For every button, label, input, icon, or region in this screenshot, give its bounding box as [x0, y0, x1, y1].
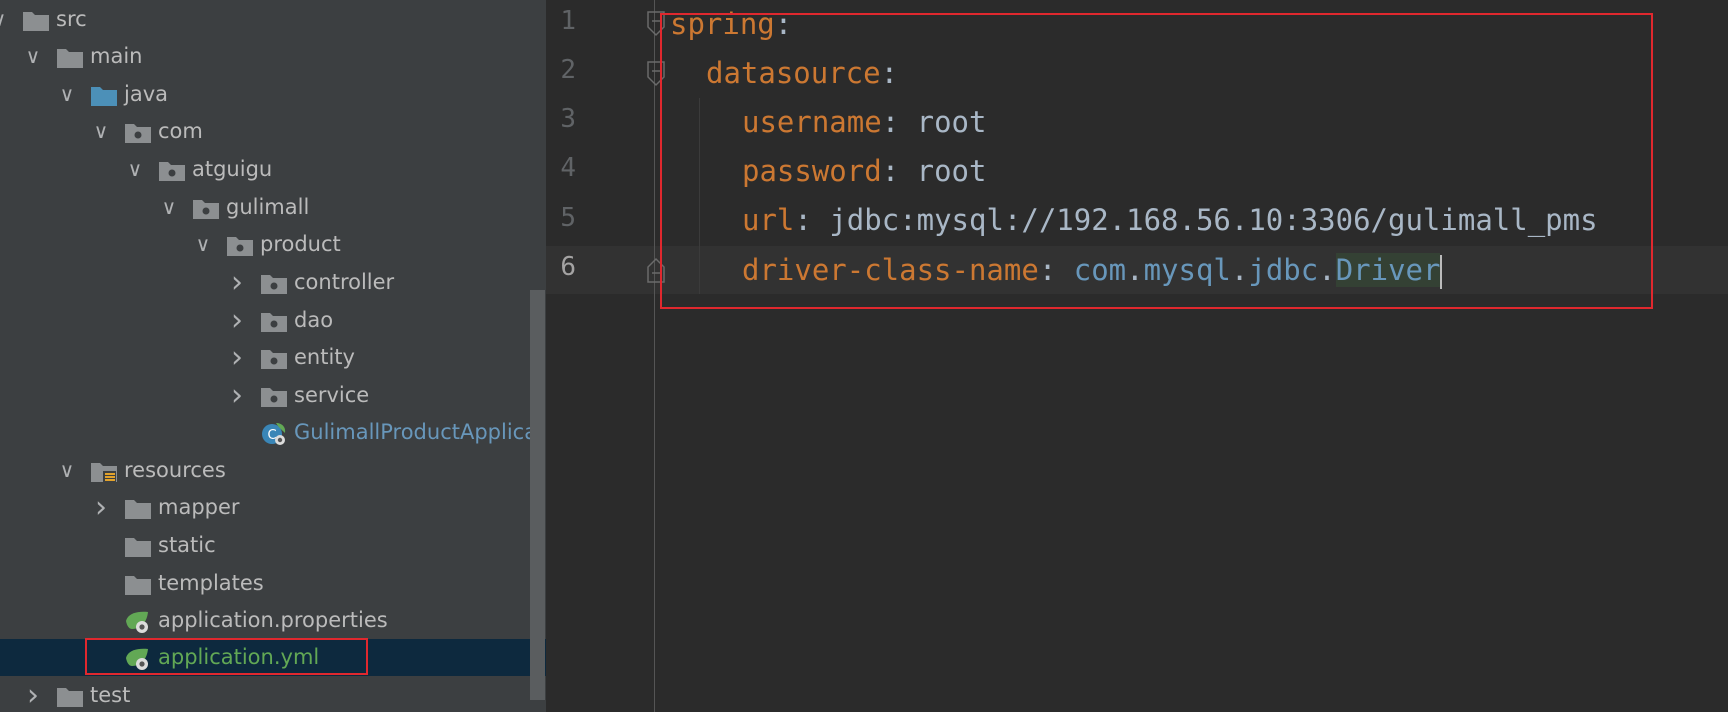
package-icon	[261, 350, 287, 369]
chevron-right-icon[interactable]: ›	[226, 302, 248, 339]
tree-item-gulimall[interactable]: ∨ gulimall	[0, 189, 546, 226]
tree-item-label: application.properties	[158, 608, 388, 632]
tree-item-entity[interactable]: › entity	[0, 339, 546, 376]
tree-item-label: src	[56, 7, 87, 31]
chevron-right-icon[interactable]: ›	[226, 377, 248, 414]
chevron-right-icon[interactable]: ›	[90, 489, 112, 526]
chevron-right-icon[interactable]: ›	[226, 264, 248, 301]
tree-item-templates[interactable]: templates	[0, 565, 546, 602]
chevron-down-icon[interactable]: ∨	[0, 1, 10, 38]
tree-item-label: product	[260, 232, 341, 256]
chevron-down-icon[interactable]: ∨	[158, 189, 180, 226]
chevron-down-icon[interactable]: ∨	[56, 76, 78, 113]
package-icon	[159, 162, 185, 181]
tree-item-product[interactable]: ∨ product	[0, 226, 546, 263]
tree-item-controller[interactable]: › controller	[0, 264, 546, 301]
chevron-right-icon[interactable]: ›	[22, 677, 44, 712]
tree-item-label: resources	[124, 458, 226, 482]
tree-item-gulimallproductapplicat[interactable]: C GulimallProductApplicat	[0, 414, 546, 451]
tree-item-label: test	[90, 683, 131, 707]
spring-class-icon: C	[262, 423, 286, 445]
package-icon	[227, 237, 253, 256]
line-number: 6	[560, 252, 576, 282]
folder-icon	[57, 688, 83, 707]
tree-item-label: java	[124, 82, 168, 106]
tree-item-label: dao	[294, 308, 334, 332]
tree-item-application-properties[interactable]: application.properties	[0, 602, 546, 639]
chevron-down-icon[interactable]: ∨	[192, 226, 214, 263]
project-tree: ∨ src ∨ main ∨ java ∨ com ∨ atguigu ∨ gulimall ∨ prod…	[0, 0, 546, 712]
line-number: 1	[560, 6, 576, 36]
tree-item-service[interactable]: › service	[0, 377, 546, 414]
tree-item-static[interactable]: static	[0, 527, 546, 564]
line-number: 2	[560, 55, 576, 85]
tree-item-label: gulimall	[226, 195, 310, 219]
tree-item-label: main	[90, 44, 143, 68]
folder-icon	[57, 49, 83, 68]
tree-item-src[interactable]: ∨ src	[0, 1, 546, 38]
tree-item-label: com	[158, 119, 203, 143]
package-icon	[193, 200, 219, 219]
line-number: 4	[560, 153, 576, 183]
package-icon	[125, 124, 151, 143]
source-folder-icon	[91, 87, 117, 106]
tree-item-atguigu[interactable]: ∨ atguigu	[0, 151, 546, 188]
line-number: 3	[560, 104, 576, 134]
tree-item-label: GulimallProductApplicat	[294, 420, 546, 444]
tree-item-dao[interactable]: › dao	[0, 302, 546, 339]
line-number: 5	[560, 203, 576, 233]
code-highlight-box	[660, 13, 1653, 309]
tree-scrollbar[interactable]	[530, 290, 545, 700]
chevron-right-icon[interactable]: ›	[226, 339, 248, 376]
chevron-down-icon[interactable]: ∨	[22, 38, 44, 75]
tree-item-label: static	[158, 533, 216, 557]
tree-item-label: mapper	[158, 495, 240, 519]
tree-item-java[interactable]: ∨ java	[0, 76, 546, 113]
resources-folder-icon	[91, 463, 117, 482]
tree-item-main[interactable]: ∨ main	[0, 38, 546, 75]
spring-config-icon	[126, 611, 148, 633]
folder-icon	[125, 500, 151, 519]
file-highlight-box	[85, 638, 368, 675]
tree-item-label: atguigu	[192, 157, 273, 181]
package-icon	[261, 313, 287, 332]
tree-item-label: templates	[158, 571, 264, 595]
folder-icon	[125, 576, 151, 595]
package-icon	[261, 275, 287, 294]
tree-item-test[interactable]: › test	[0, 677, 546, 712]
folder-icon	[125, 538, 151, 557]
folder-icon	[23, 12, 49, 31]
tree-item-com[interactable]: ∨ com	[0, 113, 546, 150]
tree-item-mapper[interactable]: › mapper	[0, 489, 546, 526]
chevron-down-icon[interactable]: ∨	[56, 452, 78, 489]
chevron-down-icon[interactable]: ∨	[124, 151, 146, 188]
gutter-separator	[654, 0, 655, 712]
package-icon	[261, 388, 287, 407]
tree-item-resources[interactable]: ∨ resources	[0, 452, 546, 489]
tree-item-label: service	[294, 383, 370, 407]
chevron-down-icon[interactable]: ∨	[90, 113, 112, 150]
tree-item-label: controller	[294, 270, 395, 294]
tree-item-label: entity	[294, 345, 355, 369]
